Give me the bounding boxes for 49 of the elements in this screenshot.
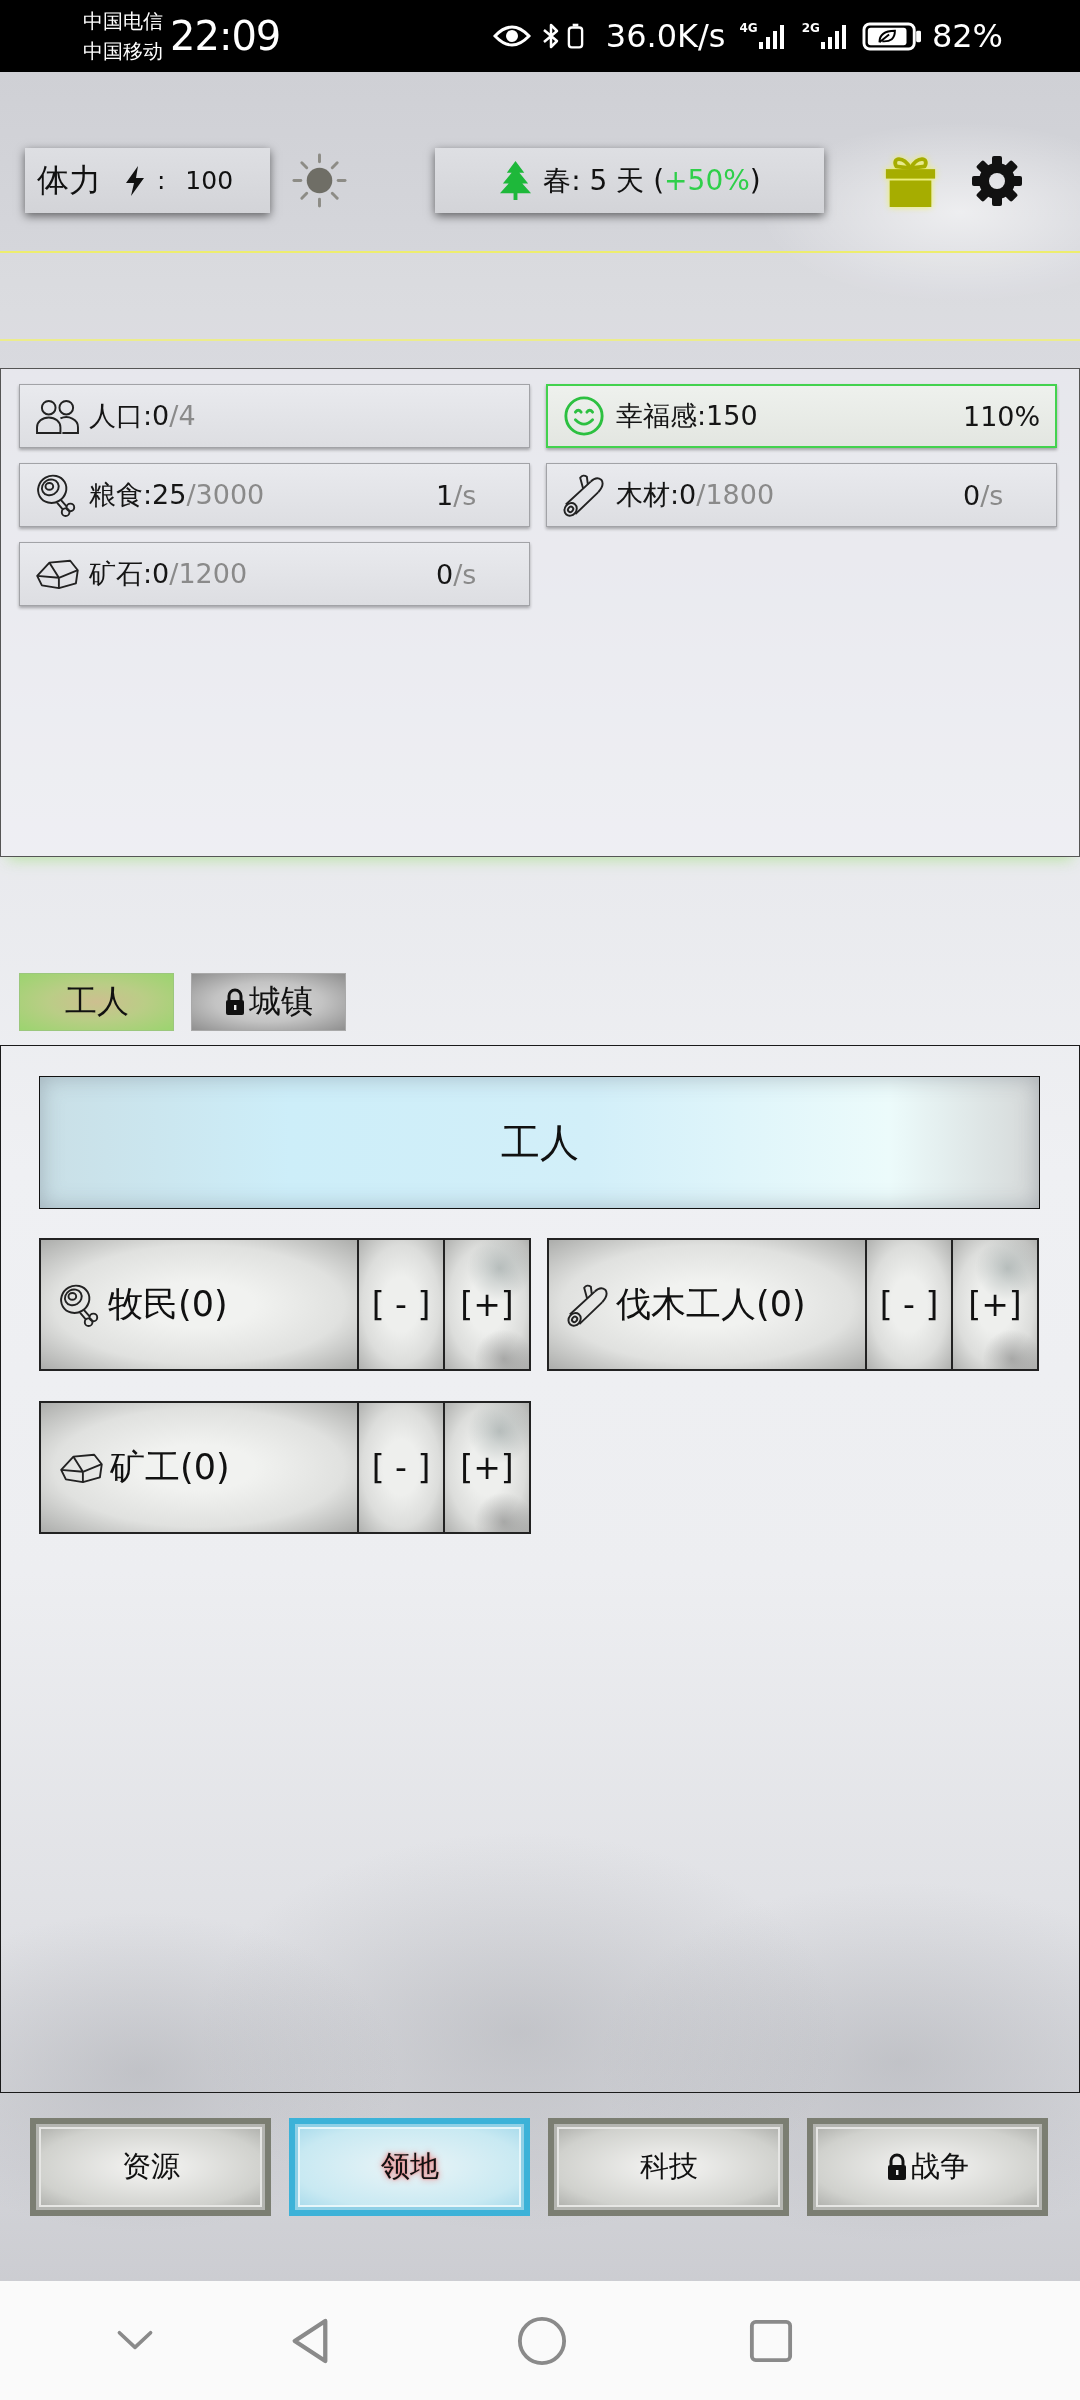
resource-count: 矿石:0/1200 (89, 557, 248, 591)
category-tab[interactable]: 城镇 (191, 973, 346, 1031)
nav-button[interactable]: 资源 (30, 2118, 271, 2216)
nav-button[interactable]: 战争 (807, 2118, 1048, 2216)
production-rate: 110% (963, 400, 1041, 432)
battery-level: 82% (931, 17, 1003, 55)
increase-button[interactable]: [+] (443, 1403, 529, 1532)
rock-icon (34, 557, 80, 591)
network-type: 4G (739, 22, 758, 35)
resource-count: 人口:0/4 (89, 399, 196, 433)
increase-button[interactable]: [+] (443, 1240, 529, 1369)
increase-button[interactable]: [+] (951, 1240, 1037, 1369)
bluetooth-icon (541, 22, 560, 50)
nav-button[interactable]: 领地 (289, 2118, 530, 2216)
decrease-button[interactable]: [ - ] (357, 1240, 443, 1369)
smiley-icon (563, 395, 605, 437)
decrease-button[interactable]: [ - ] (357, 1403, 443, 1532)
portrait-battery-icon (566, 22, 584, 50)
category-tab[interactable]: 工人 (19, 973, 174, 1031)
eye-icon (492, 23, 531, 49)
production-rate: 0/s (963, 479, 1004, 511)
carrier-name: 中国电信 (83, 8, 163, 35)
chevron-down-icon[interactable] (116, 2329, 154, 2352)
recents-icon[interactable] (749, 2318, 793, 2363)
stamina-label: 体力 (37, 159, 101, 201)
season-text: 春: 5 天 (+50%) (543, 162, 761, 199)
resource-count: 幸福感:150 (616, 399, 758, 433)
worker-name: 伐木工人(0) (616, 1283, 806, 1326)
clock-time: 22:09 (170, 13, 281, 59)
section-header: 工人 (39, 1076, 1040, 1209)
decrease-button[interactable]: [ - ] (865, 1240, 951, 1369)
lock-icon (886, 2153, 908, 2181)
network-type: 2G (801, 22, 820, 35)
production-rate: 1/s (436, 479, 477, 511)
settings-icon[interactable] (971, 154, 1023, 207)
stamina-value: : 100 (157, 166, 234, 195)
worker-name: 牧民(0) (108, 1283, 228, 1326)
battery-icon (861, 21, 922, 51)
lock-icon (224, 988, 246, 1016)
resource-count: 木材:0/1800 (616, 478, 775, 512)
resource-count: 粮食:25/3000 (89, 478, 265, 512)
nav-button[interactable]: 科技 (548, 2118, 789, 2216)
worker-name: 矿工(0) (110, 1446, 230, 1489)
carrier-name: 中国移动 (83, 38, 163, 65)
production-rate: 0/s (436, 558, 477, 590)
home-icon[interactable] (517, 2315, 567, 2366)
network-speed: 36.0K/s (605, 17, 726, 55)
sun-icon (291, 152, 348, 209)
lightning-icon (123, 164, 147, 197)
